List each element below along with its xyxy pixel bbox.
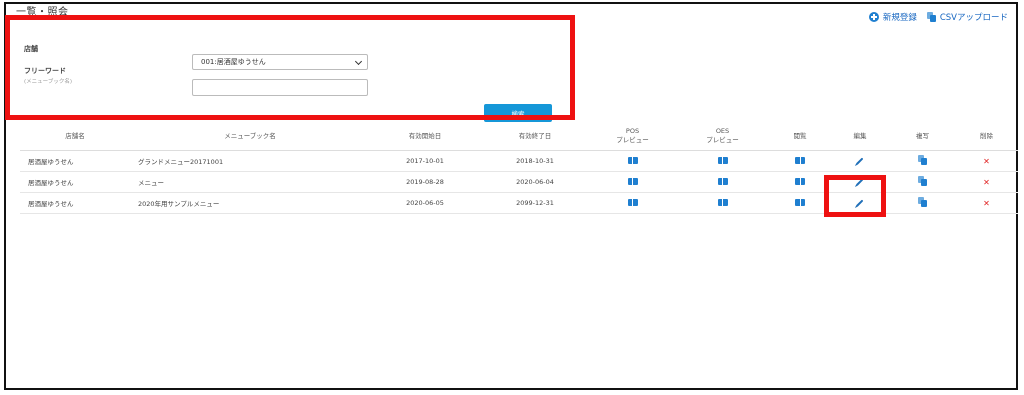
cell-end: 2018-10-31 <box>480 150 590 172</box>
col-header-delete: 削除 <box>955 122 1018 151</box>
csv-upload-button[interactable]: CSVアップロード <box>926 11 1008 23</box>
search-button[interactable]: 検索 <box>484 104 552 122</box>
copy-button[interactable] <box>890 192 955 214</box>
pencil-icon <box>856 178 864 186</box>
table-row: 居酒屋ゆうせん メニュー 2019-08-28 2020-06-04 ✕ <box>20 171 1018 193</box>
cell-menubook: グランドメニュー20171001 <box>130 150 370 172</box>
new-register-button[interactable]: 新規登録 <box>868 11 917 23</box>
pos-preview-button[interactable] <box>590 150 675 172</box>
pos-preview-button[interactable] <box>590 171 675 193</box>
copy-icon <box>926 12 936 22</box>
book-icon <box>717 177 728 185</box>
table-header-row: 店舗名 メニューブック名 有効開始日 有効終了日 POS プレビュー OES プ… <box>20 122 1018 151</box>
table-row: 居酒屋ゆうせん 2020年用サンプルメニュー 2020-06-05 2099-1… <box>20 192 1018 214</box>
plus-circle-icon <box>868 12 879 22</box>
browse-button[interactable] <box>770 150 830 172</box>
book-icon <box>717 156 728 164</box>
freeword-field-row: フリーワード (メニューブック名) <box>24 66 72 85</box>
store-label: 店舗 <box>24 45 38 53</box>
col-header-copy: 複写 <box>890 122 955 151</box>
book-icon <box>627 156 638 164</box>
oes-preview-button[interactable] <box>675 150 770 172</box>
book-icon <box>627 177 638 185</box>
delete-button[interactable]: ✕ <box>955 192 1018 214</box>
oes-header-line2: プレビュー <box>706 136 739 144</box>
store-select-value: 001:居酒屋ゆうせん <box>201 58 266 66</box>
page-title: 一覧・照会 <box>16 7 69 16</box>
edit-button[interactable] <box>830 192 890 214</box>
book-icon <box>627 198 638 206</box>
freeword-sublabel: (メニューブック名) <box>24 79 72 85</box>
copy-icon <box>918 155 927 165</box>
top-actions: 新規登録 CSVアップロード <box>868 11 1008 23</box>
col-header-menubook: メニューブック名 <box>130 122 370 151</box>
cell-store: 居酒屋ゆうせん <box>20 150 130 172</box>
copy-icon <box>918 176 927 186</box>
cell-menubook: 2020年用サンプルメニュー <box>130 192 370 214</box>
close-icon: ✕ <box>983 177 990 187</box>
store-field-row: 店舗 <box>24 44 38 54</box>
browse-button[interactable] <box>770 192 830 214</box>
table-row: 居酒屋ゆうせん グランドメニュー20171001 2017-10-01 2018… <box>20 150 1018 172</box>
browse-button[interactable] <box>770 171 830 193</box>
freeword-label: フリーワード <box>24 67 66 75</box>
cell-start: 2019-08-28 <box>370 171 480 193</box>
col-header-store: 店舗名 <box>20 122 130 151</box>
cell-start: 2020-06-05 <box>370 192 480 214</box>
col-header-browse: 閲覧 <box>770 122 830 151</box>
search-panel: 店舗 001:居酒屋ゆうせん フリーワード (メニューブック名) 検索 <box>6 18 576 122</box>
menubook-table: 店舗名 メニューブック名 有効開始日 有効終了日 POS プレビュー OES プ… <box>20 122 1018 214</box>
oes-preview-button[interactable] <box>675 171 770 193</box>
edit-button[interactable] <box>830 150 890 172</box>
col-header-oes-preview: OES プレビュー <box>675 122 770 151</box>
chevron-down-icon <box>354 57 363 66</box>
copy-button[interactable] <box>890 171 955 193</box>
delete-button[interactable]: ✕ <box>955 171 1018 193</box>
cell-end: 2099-12-31 <box>480 192 590 214</box>
delete-button[interactable]: ✕ <box>955 150 1018 172</box>
cell-end: 2020-06-04 <box>480 171 590 193</box>
pos-header-line1: POS <box>625 127 640 135</box>
new-register-label: 新規登録 <box>882 13 917 23</box>
pos-header-line2: プレビュー <box>616 136 649 144</box>
cell-menubook: メニュー <box>130 171 370 193</box>
edit-button[interactable] <box>830 171 890 193</box>
pos-preview-button[interactable] <box>590 192 675 214</box>
cell-store: 居酒屋ゆうせん <box>20 192 130 214</box>
main-frame: 一覧・照会 新規登録 CSVアップロード 店舗 001:居酒屋ゆうせん フリーワ… <box>4 2 1018 390</box>
close-icon: ✕ <box>983 156 990 166</box>
store-select[interactable]: 001:居酒屋ゆうせん <box>192 54 368 70</box>
copy-icon <box>918 197 927 207</box>
col-header-pos-preview: POS プレビュー <box>590 122 675 151</box>
oes-preview-button[interactable] <box>675 192 770 214</box>
copy-button[interactable] <box>890 150 955 172</box>
book-icon <box>795 177 805 185</box>
col-header-edit: 編集 <box>830 122 890 151</box>
col-header-start: 有効開始日 <box>370 122 480 151</box>
pencil-icon <box>856 199 864 207</box>
csv-upload-label: CSVアップロード <box>939 13 1008 23</box>
close-icon: ✕ <box>983 198 990 208</box>
oes-header-line1: OES <box>715 127 730 135</box>
pencil-icon <box>856 157 864 165</box>
cell-store: 居酒屋ゆうせん <box>20 171 130 193</box>
book-icon <box>795 198 805 206</box>
col-header-end: 有効終了日 <box>480 122 590 151</box>
freeword-input[interactable] <box>192 79 368 96</box>
book-icon <box>717 198 728 206</box>
book-icon <box>795 156 805 164</box>
cell-start: 2017-10-01 <box>370 150 480 172</box>
